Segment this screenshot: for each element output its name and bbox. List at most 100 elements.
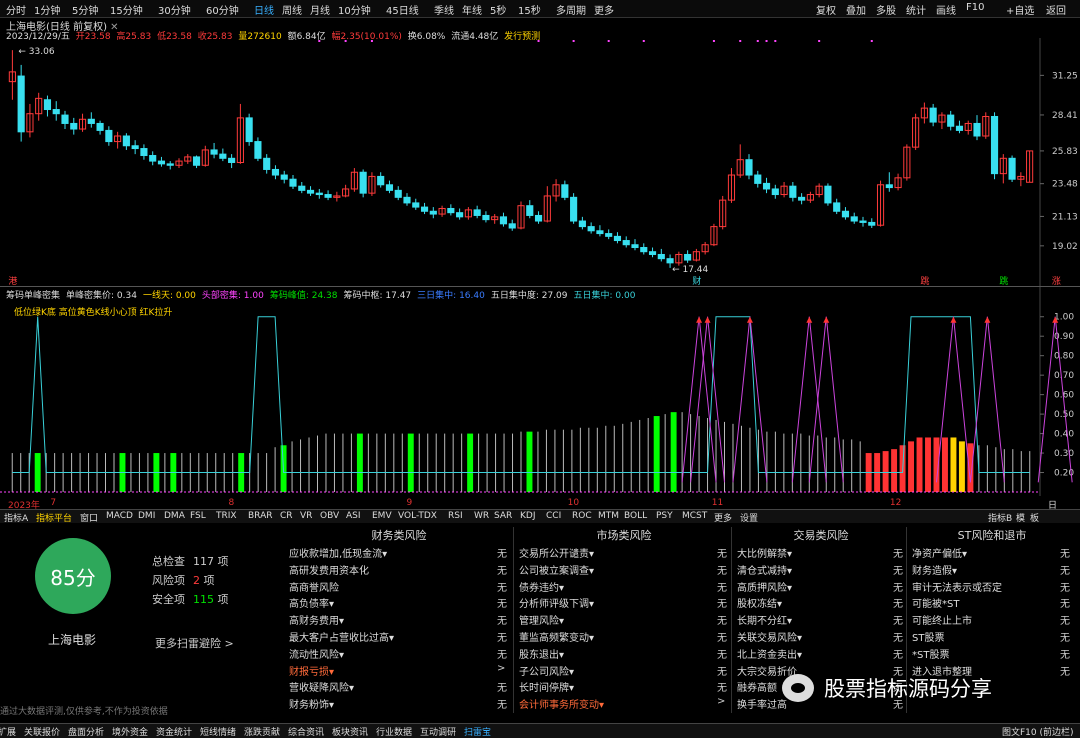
status-tab-11[interactable]: 扫雷宝: [464, 725, 491, 738]
risk-item-3-3[interactable]: 可能被*ST: [912, 595, 959, 610]
indicator-tab-13[interactable]: EMV: [372, 511, 392, 521]
timeframe-2[interactable]: 5分钟: [72, 2, 98, 17]
indicator-tab-12[interactable]: ASI: [346, 511, 361, 521]
timeframe-8[interactable]: 月线: [310, 2, 330, 17]
risk-item-2-6[interactable]: 北上资金卖出▾: [737, 646, 802, 661]
risk-item-3-5[interactable]: ST股票: [912, 629, 944, 644]
more-scan-link[interactable]: 更多扫雷避险 >: [155, 635, 234, 651]
indicator-tab-8[interactable]: BRAR: [248, 511, 272, 521]
status-right[interactable]: 图文F10 (前边栏): [1002, 725, 1074, 738]
timeframe-9[interactable]: 10分钟: [338, 2, 371, 17]
indicator-tab-22[interactable]: BOLL: [624, 511, 647, 521]
indicator-tab-17[interactable]: SAR: [494, 511, 512, 521]
risk-item-3-6[interactable]: *ST股票: [912, 646, 949, 661]
risk-item-0-3[interactable]: 高负债率▾: [289, 595, 334, 610]
status-tab-2[interactable]: 盘面分析: [68, 725, 104, 738]
timeframe-12[interactable]: 年线: [462, 2, 482, 17]
indicator-tab-23[interactable]: PSY: [656, 511, 673, 521]
risk-item-3-1[interactable]: 财务造假▾: [912, 562, 957, 577]
status-tab-3[interactable]: 境外资金: [112, 725, 148, 738]
indicator-tab-6[interactable]: FSL: [190, 511, 206, 521]
timeframe-1[interactable]: 1分钟: [34, 2, 60, 17]
timeframe-11[interactable]: 季线: [434, 2, 454, 17]
risk-item-0-5[interactable]: 最大客户占营收比过高▾: [289, 629, 394, 644]
timeframe-7[interactable]: 周线: [282, 2, 302, 17]
indicator-tab-4[interactable]: DMI: [138, 511, 155, 521]
risk-item-value: 无: [1060, 666, 1070, 678]
indicator-tab-24[interactable]: MCST: [682, 511, 707, 521]
risk-item-0-1[interactable]: 高研发费用资本化: [289, 562, 369, 577]
risk-item-0-7[interactable]: 财报亏损▾: [289, 663, 334, 678]
risk-item-1-3[interactable]: 分析师评级下调▾: [519, 595, 594, 610]
risk-item-2-2[interactable]: 高质押风险▾: [737, 579, 792, 594]
risk-item-1-9[interactable]: 会计师事务所变动▾: [519, 696, 604, 711]
status-tab-7[interactable]: 综合资讯: [288, 725, 324, 738]
risk-item-0-8[interactable]: 营收疑降风险▾: [289, 679, 354, 694]
toolbar-2[interactable]: 多股: [876, 2, 896, 17]
indicator-tab-15[interactable]: RSI: [448, 511, 463, 521]
status-tab-5[interactable]: 短线情绪: [200, 725, 236, 738]
risk-item-1-5[interactable]: 董监高频繁变动▾: [519, 629, 594, 644]
toolbar-6[interactable]: +自选: [1006, 2, 1034, 17]
risk-item-2-8[interactable]: 融券高额: [737, 679, 777, 694]
indicator-chart[interactable]: 1.000.900.800.700.600.500.400.300.20: [0, 287, 1080, 496]
risk-item-1-1[interactable]: 公司被立案调查▾: [519, 562, 594, 577]
indicator-tab-20[interactable]: ROC: [572, 511, 592, 521]
risk-item-1-0[interactable]: 交易所公开谴责▾: [519, 545, 594, 560]
risk-item-1-8[interactable]: 长时间停牌▾: [519, 679, 574, 694]
risk-item-3-2[interactable]: 审计无法表示或否定: [912, 579, 1002, 594]
status-tab-10[interactable]: 互动调研: [420, 725, 456, 738]
timeframe-15[interactable]: 多周期: [556, 2, 586, 17]
indicator-tab-16[interactable]: WR: [474, 511, 489, 521]
risk-item-0-9[interactable]: 财务粉饰▾: [289, 696, 334, 711]
risk-item-0-6[interactable]: 流动性风险▾: [289, 646, 344, 661]
timeframe-5[interactable]: 60分钟: [206, 2, 239, 17]
indicator-tab-21[interactable]: MTM: [598, 511, 619, 521]
risk-item-1-6[interactable]: 股东退出▾: [519, 646, 564, 661]
status-tab-9[interactable]: 行业数据: [376, 725, 412, 738]
risk-item-2-4[interactable]: 长期不分红▾: [737, 612, 792, 627]
status-tab-4[interactable]: 资金统计: [156, 725, 192, 738]
timeframe-6[interactable]: 日线: [254, 2, 274, 17]
risk-item-2-9[interactable]: 换手率过高: [737, 696, 787, 711]
timeframe-14[interactable]: 15秒: [518, 2, 541, 17]
indicator-tab-9[interactable]: CR: [280, 511, 293, 521]
indicator-tab-7[interactable]: TRIX: [216, 511, 237, 521]
indicator-tab-19[interactable]: CCI: [546, 511, 561, 521]
timeframe-0[interactable]: 分时: [6, 2, 26, 17]
timeframe-10[interactable]: 45日线: [386, 2, 419, 17]
indicator-tab-14[interactable]: VOL-TDX: [398, 511, 437, 521]
risk-item-3-0[interactable]: 净资产偏低▾: [912, 545, 967, 560]
status-tab-0[interactable]: 扩展: [0, 725, 16, 738]
risk-item-1-7[interactable]: 子公司风险▾: [519, 663, 574, 678]
risk-item-2-1[interactable]: 清仓式减持▾: [737, 562, 792, 577]
toolbar-5[interactable]: F10: [966, 2, 984, 13]
timeframe-4[interactable]: 30分钟: [158, 2, 191, 17]
toolbar-7[interactable]: 返回: [1046, 2, 1066, 17]
toolbar-3[interactable]: 统计: [906, 2, 926, 17]
status-tab-8[interactable]: 板块资讯: [332, 725, 368, 738]
candlestick-chart[interactable]: 31.25 28.41 25.83 23.48 21.13 19.02 ← 33.06 ← 1…: [0, 38, 1080, 286]
risk-item-0-2[interactable]: 高商誉风险: [289, 579, 339, 594]
risk-item-0-0[interactable]: 应收款增加,低现金流▾: [289, 545, 387, 560]
toolbar-4[interactable]: 画线: [936, 2, 956, 17]
indicator-tab-3[interactable]: MACD: [106, 511, 133, 521]
status-tab-1[interactable]: 关联报价: [24, 725, 60, 738]
indicator-tab-10[interactable]: VR: [300, 511, 312, 521]
timeframe-16[interactable]: 更多: [594, 2, 614, 17]
indicator-tab-11[interactable]: OBV: [320, 511, 339, 521]
risk-item-2-3[interactable]: 股权冻结▾: [737, 595, 782, 610]
timeframe-3[interactable]: 15分钟: [110, 2, 143, 17]
toolbar-0[interactable]: 复权: [816, 2, 836, 17]
risk-item-2-0[interactable]: 大比例解禁▾: [737, 545, 792, 560]
risk-item-1-4[interactable]: 管理风险▾: [519, 612, 564, 627]
status-tab-6[interactable]: 涨跌贡献: [244, 725, 280, 738]
risk-item-3-4[interactable]: 可能终止上市: [912, 612, 972, 627]
indicator-tab-18[interactable]: KDJ: [520, 511, 536, 521]
toolbar-1[interactable]: 叠加: [846, 2, 866, 17]
risk-item-0-4[interactable]: 高财务费用▾: [289, 612, 344, 627]
risk-item-1-2[interactable]: 债券违约▾: [519, 579, 564, 594]
timeframe-13[interactable]: 5秒: [490, 2, 506, 17]
indicator-tab-5[interactable]: DMA: [164, 511, 185, 521]
risk-item-2-5[interactable]: 关联交易风险▾: [737, 629, 802, 644]
